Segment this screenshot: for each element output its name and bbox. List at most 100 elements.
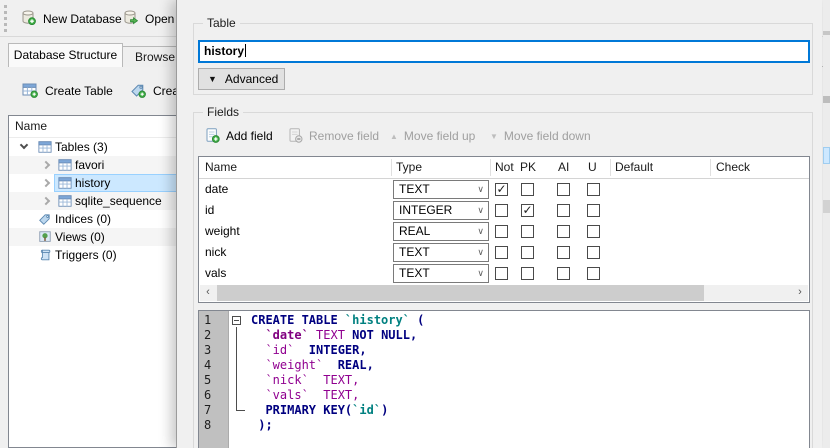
- table-icon: [38, 140, 52, 154]
- scroll-left-icon[interactable]: ‹: [200, 285, 216, 301]
- not-null-checkbox[interactable]: [495, 267, 508, 280]
- sql-token: `weight`: [265, 358, 323, 372]
- new-database-label: New Database: [43, 12, 122, 26]
- ai-checkbox[interactable]: [557, 267, 570, 280]
- not-null-checkbox[interactable]: [495, 204, 508, 217]
- column-header-u[interactable]: U: [588, 157, 597, 178]
- not-null-checkbox[interactable]: [495, 225, 508, 238]
- sql-token: [251, 373, 265, 387]
- scrollbar-thumb[interactable]: [217, 285, 704, 301]
- pk-checkbox[interactable]: [521, 183, 534, 196]
- unique-checkbox[interactable]: [587, 246, 600, 259]
- column-separator: [610, 159, 611, 176]
- field-name-cell[interactable]: id: [205, 200, 214, 221]
- scroll-right-icon[interactable]: ›: [792, 285, 808, 301]
- tree-item-label: Tables (3): [55, 138, 108, 156]
- sql-token: [251, 343, 265, 357]
- sql-token: TEXT: [309, 328, 352, 342]
- line-number: 1: [204, 313, 211, 328]
- tree-item-label: sqlite_sequence: [75, 192, 162, 210]
- edit-table-definition-dialog: Table history ▼ Advanced Fields Add fiel…: [176, 0, 822, 448]
- open-database-icon: [122, 9, 138, 28]
- line-number: 4: [204, 358, 211, 373]
- table-icon: [58, 194, 72, 208]
- line-number: 6: [204, 388, 211, 403]
- field-type-select[interactable]: TEXT∨: [393, 243, 489, 262]
- chevron-collapsed-icon[interactable]: [42, 197, 50, 205]
- field-type-value: INTEGER: [399, 203, 452, 217]
- field-type-value: TEXT: [399, 266, 430, 280]
- field-name-cell[interactable]: nick: [205, 242, 226, 263]
- sql-code-line: `weight` REAL,: [251, 358, 374, 373]
- chevron-collapsed-icon[interactable]: [42, 161, 50, 169]
- column-header-default[interactable]: Default: [615, 157, 653, 178]
- column-header-check[interactable]: Check: [716, 157, 750, 178]
- line-number: 2: [204, 328, 211, 343]
- field-type-select[interactable]: TEXT∨: [393, 180, 489, 199]
- unique-checkbox[interactable]: [587, 267, 600, 280]
- column-header-not[interactable]: Not: [495, 157, 514, 178]
- sql-code-line: `date` TEXT NOT NULL,: [251, 328, 417, 343]
- ai-checkbox[interactable]: [557, 246, 570, 259]
- tree-item-label: favori: [75, 156, 104, 174]
- chevron-collapsed-icon[interactable]: [42, 179, 50, 187]
- sql-token: PRIMARY KEY(: [265, 403, 352, 417]
- sql-token: TEXT,: [309, 373, 360, 387]
- sql-token: ): [381, 403, 388, 417]
- add-field-button[interactable]: Add field: [204, 125, 273, 147]
- column-header-type[interactable]: Type: [396, 157, 422, 178]
- tab-database-structure[interactable]: Database Structure: [8, 43, 123, 67]
- column-header-ai[interactable]: AI: [558, 157, 569, 178]
- field-row-weight: weight REAL ∨: [199, 221, 809, 242]
- column-header-name[interactable]: Name: [205, 157, 237, 178]
- new-database-button[interactable]: New Database: [14, 6, 128, 31]
- create-table-icon: [22, 82, 38, 101]
- ai-checkbox[interactable]: [557, 204, 570, 217]
- fold-guide-line: [236, 327, 237, 410]
- fields-grid-horizontal-scrollbar[interactable]: ‹ ›: [200, 285, 808, 301]
- pk-checkbox[interactable]: [521, 225, 534, 238]
- field-row-id: id INTEGER∨ ✓: [199, 200, 809, 221]
- field-name-cell[interactable]: vals: [205, 263, 226, 284]
- field-row-vals: vals TEXT∨: [199, 263, 809, 284]
- sql-preview-editor[interactable]: 1CREATE TABLE `history` (2 `date` TEXT N…: [198, 310, 810, 448]
- fields-grid-header: Name Type Not PK AI U Default Check: [199, 157, 809, 179]
- field-name-cell[interactable]: weight: [205, 221, 240, 242]
- unique-checkbox[interactable]: [587, 183, 600, 196]
- line-number: 8: [204, 418, 211, 433]
- sql-token: `nick`: [265, 373, 308, 387]
- tree-item-label: Views (0): [55, 228, 105, 246]
- column-header-pk[interactable]: PK: [520, 157, 536, 178]
- pk-checkbox[interactable]: ✓: [521, 204, 534, 217]
- chevron-down-icon: ∨: [477, 223, 484, 240]
- remove-field-button: Remove field: [287, 125, 379, 147]
- unique-checkbox[interactable]: [587, 225, 600, 238]
- field-add-icon: [204, 127, 220, 146]
- ai-checkbox[interactable]: [557, 225, 570, 238]
- ai-checkbox[interactable]: [557, 183, 570, 196]
- field-row-nick: nick TEXT∨: [199, 242, 809, 263]
- create-table-button[interactable]: Create Table: [22, 79, 113, 103]
- table-name-input[interactable]: history: [198, 40, 810, 63]
- not-null-checkbox[interactable]: [495, 246, 508, 259]
- advanced-toggle-button[interactable]: ▼ Advanced: [198, 68, 285, 90]
- sql-code-line: `id` INTEGER,: [251, 343, 367, 358]
- sql-token: TEXT,: [309, 388, 360, 402]
- pk-checkbox[interactable]: [521, 267, 534, 280]
- background-fragment: [823, 31, 830, 35]
- field-name-cell[interactable]: date: [205, 179, 228, 200]
- chevron-expanded-icon[interactable]: [20, 141, 28, 149]
- field-type-select[interactable]: REAL ∨: [393, 222, 489, 241]
- table-name-value: history: [204, 44, 244, 58]
- field-type-select[interactable]: TEXT∨: [393, 264, 489, 283]
- pk-checkbox[interactable]: [521, 246, 534, 259]
- not-null-checkbox[interactable]: ✓: [495, 183, 508, 196]
- column-separator: [490, 159, 491, 176]
- unique-checkbox[interactable]: [587, 204, 600, 217]
- fold-collapse-icon[interactable]: [232, 316, 241, 325]
- toolbar-grip-handle[interactable]: [4, 5, 7, 32]
- background-selection-fragment: [823, 147, 830, 164]
- field-type-value: REAL: [399, 224, 430, 238]
- field-type-select[interactable]: INTEGER∨: [393, 201, 489, 220]
- background-window-sliver: [823, 0, 830, 448]
